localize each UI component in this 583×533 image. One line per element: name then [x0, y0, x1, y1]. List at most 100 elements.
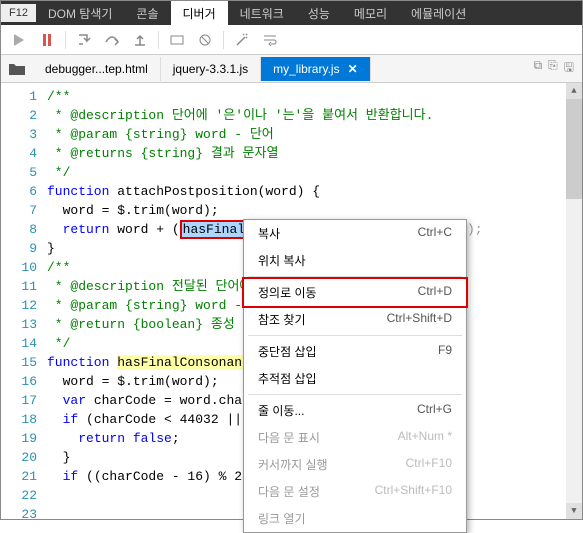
tab-emulation[interactable]: 에뮬레이션	[399, 1, 478, 26]
menu-item-label: 참조 찾기	[258, 311, 306, 328]
code-line: */	[47, 163, 582, 182]
scroll-up-button[interactable]: ▲	[566, 83, 582, 99]
f12-label: F12	[1, 4, 36, 22]
line-number: 3	[1, 125, 37, 144]
menu-item-label: 중단점 삽입	[258, 343, 317, 360]
line-number: 14	[1, 334, 37, 353]
play-icon	[14, 34, 24, 46]
file-tab-label: debugger...tep.html	[45, 62, 148, 76]
line-number: 4	[1, 144, 37, 163]
line-number: 11	[1, 277, 37, 296]
line-number: 2	[1, 106, 37, 125]
tab-network[interactable]: 네트워크	[228, 1, 296, 26]
menu-item-추적점삽입[interactable]: 추적점 삽입	[244, 365, 466, 392]
menu-item-shortcut: Ctrl+D	[418, 284, 452, 301]
save-icon[interactable]: 🖫	[564, 58, 574, 79]
line-number: 19	[1, 429, 37, 448]
separator	[65, 31, 66, 49]
menu-item-label: 커서까지 실행	[258, 456, 328, 473]
step-out-button[interactable]	[128, 28, 152, 52]
menu-item-shortcut: Ctrl+C	[418, 225, 452, 242]
step-out-icon	[132, 32, 148, 48]
menu-separator	[248, 394, 462, 395]
file-tabs-bar: debugger...tep.html jquery-3.3.1.js my_l…	[1, 55, 582, 83]
line-number: 16	[1, 372, 37, 391]
tab-console[interactable]: 콘솔	[124, 1, 170, 26]
menu-item-label: 위치 복사	[258, 252, 306, 269]
break-new-worker-button[interactable]	[165, 28, 189, 52]
code-line: * @param {string} word - 단어	[47, 125, 582, 144]
menu-item-label: 다음 문 표시	[258, 429, 320, 446]
line-number: 8	[1, 220, 37, 239]
file-tab-1[interactable]: jquery-3.3.1.js	[161, 57, 261, 81]
menu-item-shortcut: Ctrl+F10	[406, 456, 452, 473]
close-tab-icon[interactable]: ✕	[348, 62, 358, 76]
file-tab-0[interactable]: debugger...tep.html	[33, 57, 161, 81]
menu-item-중단점삽입[interactable]: 중단점 삽입 F9	[244, 338, 466, 365]
line-number: 21	[1, 467, 37, 486]
word-wrap-button[interactable]	[258, 28, 282, 52]
line-number: 6	[1, 182, 37, 201]
line-number: 12	[1, 296, 37, 315]
line-number: 1	[1, 87, 37, 106]
pause-button[interactable]	[35, 28, 59, 52]
menu-item-label: 정의로 이동	[258, 284, 317, 301]
line-number: 5	[1, 163, 37, 182]
step-over-button[interactable]	[100, 28, 124, 52]
separator	[223, 31, 224, 49]
menu-item-label: 추적점 삽입	[258, 370, 317, 387]
worker-icon	[169, 32, 185, 48]
file-tab-label: my_library.js	[273, 62, 339, 76]
exception-icon	[197, 32, 213, 48]
line-number: 15	[1, 353, 37, 372]
context-menu: 복사Ctrl+C 위치 복사정의로 이동 Ctrl+D 참조 찾기 Ctrl+Shift…	[243, 219, 467, 533]
menu-item-다음문표시: 다음 문 표시 Alt+Num *	[244, 424, 466, 451]
pretty-print-button[interactable]	[230, 28, 254, 52]
menu-item-링크열기: 링크 열기	[244, 505, 466, 532]
menu-item-참조찾기[interactable]: 참조 찾기 Ctrl+Shift+D	[244, 306, 466, 333]
menu-item-shortcut: Ctrl+G	[417, 402, 452, 419]
scroll-down-button[interactable]: ▼	[566, 503, 582, 519]
scroll-thumb[interactable]	[566, 99, 582, 199]
menu-item-위치복사[interactable]: 위치 복사	[244, 247, 466, 274]
code-line: /**	[47, 87, 582, 106]
code-line: * @returns {string} 결과 문자열	[47, 144, 582, 163]
sourcemap-icon[interactable]: ⎘	[548, 58, 558, 79]
menu-item-커서까지실행: 커서까지 실행 Ctrl+F10	[244, 451, 466, 478]
exception-button[interactable]	[193, 28, 217, 52]
line-number: 23	[1, 505, 37, 519]
menu-item-복사[interactable]: 복사Ctrl+C	[244, 220, 466, 247]
wand-icon	[234, 32, 250, 48]
menu-item-shortcut: F9	[438, 343, 452, 360]
continue-button[interactable]	[7, 28, 31, 52]
step-in-button[interactable]	[72, 28, 96, 52]
step-over-icon	[104, 32, 120, 48]
menu-item-shortcut: Ctrl+Shift+D	[387, 311, 452, 328]
code-line: word = $.trim(word);	[47, 201, 582, 220]
tab-memory[interactable]: 메모리	[342, 1, 399, 26]
compare-icon[interactable]: ⧉	[534, 58, 543, 79]
menu-item-label: 링크 열기	[258, 510, 306, 527]
menu-item-정의로이동[interactable]: 정의로 이동 Ctrl+D	[242, 277, 468, 308]
line-number: 7	[1, 201, 37, 220]
vertical-scrollbar[interactable]: ▲ ▼	[566, 83, 582, 519]
debugger-toolbar	[1, 25, 582, 55]
menu-item-다음문설정: 다음 문 설정 Ctrl+Shift+F10	[244, 478, 466, 505]
menu-separator	[248, 335, 462, 336]
devtools-main-tabs: F12 DOM 탐색기 콘솔 디버거 네트워크 성능 메모리 에뮬레이션	[1, 1, 582, 25]
tab-debugger[interactable]: 디버거	[171, 1, 228, 26]
tab-performance[interactable]: 성능	[296, 1, 342, 26]
tab-dom-explorer[interactable]: DOM 탐색기	[36, 1, 124, 26]
folder-icon[interactable]	[7, 59, 27, 79]
line-gutter: 1234567891011121314151617181920212223242…	[1, 83, 47, 519]
line-number: 9	[1, 239, 37, 258]
menu-item-shortcut: Ctrl+Shift+F10	[375, 483, 452, 500]
line-number: 10	[1, 258, 37, 277]
menu-item-label: 다음 문 설정	[258, 483, 320, 500]
line-number: 20	[1, 448, 37, 467]
menu-item-줄이동[interactable]: 줄 이동...Ctrl+G	[244, 397, 466, 424]
separator	[158, 31, 159, 49]
file-tab-2[interactable]: my_library.js ✕	[261, 57, 371, 81]
menu-item-shortcut: Alt+Num *	[398, 429, 452, 446]
file-tab-label: jquery-3.3.1.js	[173, 62, 248, 76]
